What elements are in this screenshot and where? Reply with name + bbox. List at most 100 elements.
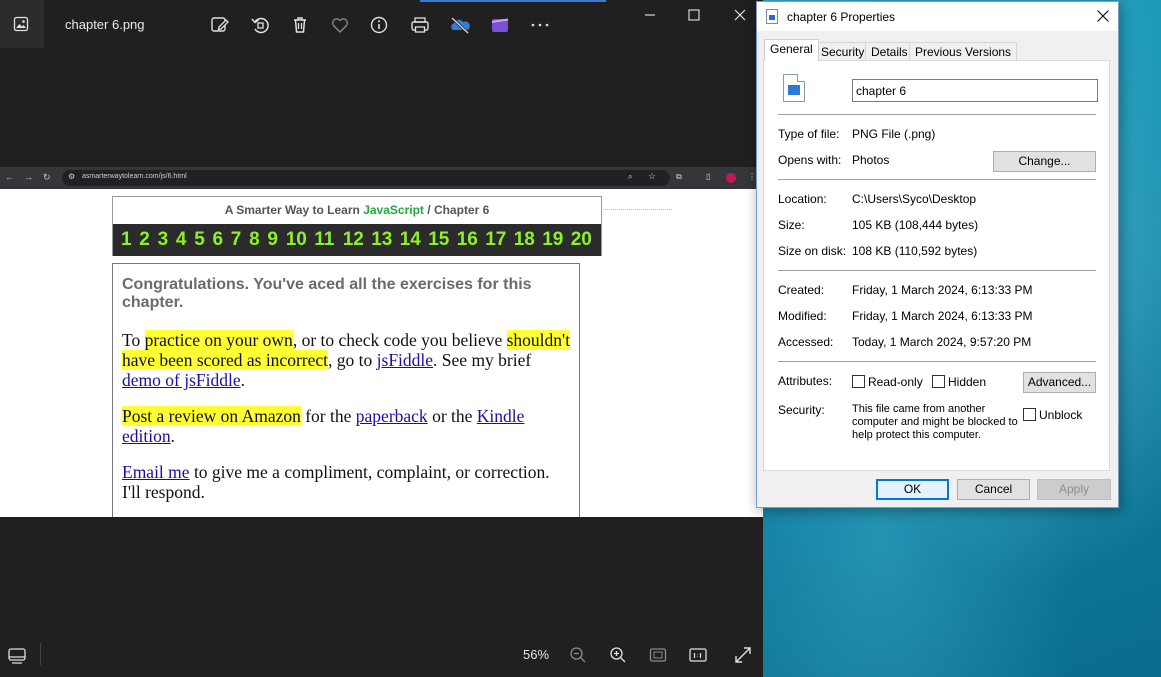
accessed-label: Accessed: (778, 335, 834, 349)
delete-icon[interactable] (289, 14, 311, 36)
exercise-number: 1 (121, 229, 132, 250)
file-name-field[interactable] (852, 79, 1098, 102)
p1-text-e: . (240, 370, 245, 390)
photo-canvas: ← → ↻ ⚙ asmarterwaytolearn.com/js/6.html… (0, 167, 763, 517)
exercise-number: 15 (428, 229, 450, 250)
location-value: C:\Users\Syco\Desktop (852, 192, 977, 206)
dialog-close-button[interactable] (1093, 6, 1113, 26)
exercise-number: 5 (194, 229, 205, 250)
type-label: Type of file: (778, 127, 840, 141)
hidden-checkbox[interactable] (932, 375, 945, 388)
exercise-number: 16 (456, 229, 478, 250)
forward-arrow-icon: → (24, 172, 33, 182)
image-icon (13, 16, 29, 32)
accessed-value: Today, 1 March 2024, 9:57:20 PM (852, 335, 1032, 349)
close-icon (1097, 10, 1109, 22)
exercise-number: 3 (157, 229, 169, 250)
advanced-button[interactable]: Advanced... (1023, 372, 1096, 393)
favorite-icon[interactable] (329, 14, 351, 36)
zoom-out-icon[interactable] (568, 645, 588, 665)
p2-text-c: . (170, 426, 175, 446)
exercise-number: 20 (570, 229, 592, 250)
tab-security[interactable]: Security (815, 42, 871, 60)
exercise-number: 9 (267, 229, 278, 250)
practice-paragraph: To practice on your own, or to check cod… (122, 330, 572, 390)
exercise-number: 12 (342, 229, 364, 250)
tab-details[interactable]: Details (865, 42, 914, 60)
p1-text-c: , go to (328, 350, 377, 370)
change-button[interactable]: Change... (993, 151, 1096, 172)
exercise-number: 10 (285, 229, 307, 250)
onedrive-icon[interactable] (449, 14, 471, 36)
congrats-heading: Congratulations. You've aced all the exe… (122, 276, 532, 311)
actual-size-icon[interactable] (688, 645, 708, 665)
photos-bottom-bar: 56% (0, 633, 763, 677)
photos-app-icon[interactable] (0, 0, 44, 48)
unblock-checkbox[interactable] (1023, 408, 1036, 421)
exercise-number: 19 (542, 229, 564, 250)
screenshot-webpage: A Smarter Way to Learn JavaScript / Chap… (0, 189, 763, 517)
type-value: PNG File (.png) (852, 127, 936, 141)
clipchamp-icon[interactable] (489, 14, 511, 36)
ok-button[interactable]: OK (876, 479, 949, 500)
exercise-number: 8 (249, 229, 260, 250)
p2-highlight: Post a review on Amazon (122, 406, 301, 426)
screenshot-url-bar: ⚙ asmarterwaytolearn.com/js/6.html ⌕ ☆ (62, 170, 670, 186)
exercise-number: 13 (371, 229, 393, 250)
profile-avatar-icon (726, 173, 736, 183)
rotate-icon[interactable] (249, 14, 271, 36)
png-file-icon (766, 9, 778, 24)
top-accent-line (420, 0, 606, 2)
p1-highlight-1: practice on your own (144, 330, 293, 350)
tab-general[interactable]: General (764, 39, 819, 61)
minimize-button[interactable] (636, 8, 664, 28)
size-value: 105 KB (108,444 bytes) (852, 218, 979, 232)
screenshot-url: asmarterwaytolearn.com/js/6.html (82, 173, 187, 180)
back-arrow-icon: ← (5, 172, 14, 182)
security-label: Security: (778, 403, 825, 417)
more-icon[interactable] (529, 14, 551, 36)
readonly-checkbox[interactable] (852, 375, 865, 388)
dialog-title-bar: chapter 6 Properties (757, 2, 1118, 31)
dialog-title: chapter 6 Properties (787, 10, 896, 24)
exercise-number: 18 (513, 229, 535, 250)
fullscreen-icon[interactable] (733, 645, 753, 665)
title-separator: / (427, 203, 431, 217)
unblock-label: Unblock (1039, 408, 1083, 422)
zoom-in-icon[interactable] (608, 645, 628, 665)
exercise-number: 17 (485, 229, 507, 250)
location-label: Location: (778, 192, 827, 206)
reload-icon: ↻ (43, 172, 51, 182)
zoom-lens-icon: ⌕ (628, 172, 633, 181)
file-properties-dialog: chapter 6 Properties General Security De… (756, 1, 1119, 508)
exercise-number: 6 (212, 229, 224, 250)
opens-with-label: Opens with: (778, 153, 842, 167)
apply-button[interactable]: Apply (1037, 479, 1111, 500)
separator (778, 179, 1096, 180)
minimize-icon (645, 14, 655, 16)
edit-icon[interactable] (209, 14, 231, 36)
fit-to-window-icon[interactable] (648, 645, 668, 665)
sidebar-icon: ▯ (706, 172, 711, 181)
chapter-title: A Smarter Way to Learn JavaScript / Chap… (113, 203, 601, 217)
zoom-level: 56% (523, 647, 550, 662)
modified-label: Modified: (778, 309, 827, 323)
size-on-disk-value: 108 KB (110,592 bytes) (852, 244, 978, 258)
created-label: Created: (778, 283, 825, 297)
jsfiddle-demo-link: demo of jsFiddle (122, 370, 241, 390)
close-button[interactable] (726, 8, 754, 28)
info-icon[interactable] (368, 14, 390, 36)
review-paragraph: Post a review on Amazon for the paperbac… (122, 406, 572, 446)
site-info-icon: ⚙ (68, 172, 76, 181)
filmstrip-icon[interactable] (7, 645, 27, 665)
hidden-label: Hidden (948, 375, 987, 389)
cancel-button[interactable]: Cancel (957, 479, 1030, 500)
print-icon[interactable] (409, 14, 431, 36)
p2-text-a: for the (300, 406, 356, 426)
completion-message-box: Congratulations. You've aced all the exe… (112, 263, 580, 517)
exercise-number: 11 (314, 229, 335, 250)
exercise-number: 14 (399, 229, 421, 250)
tab-previous-versions[interactable]: Previous Versions (909, 42, 1018, 60)
paperback-link: paperback (355, 406, 428, 426)
maximize-button[interactable] (680, 8, 708, 28)
